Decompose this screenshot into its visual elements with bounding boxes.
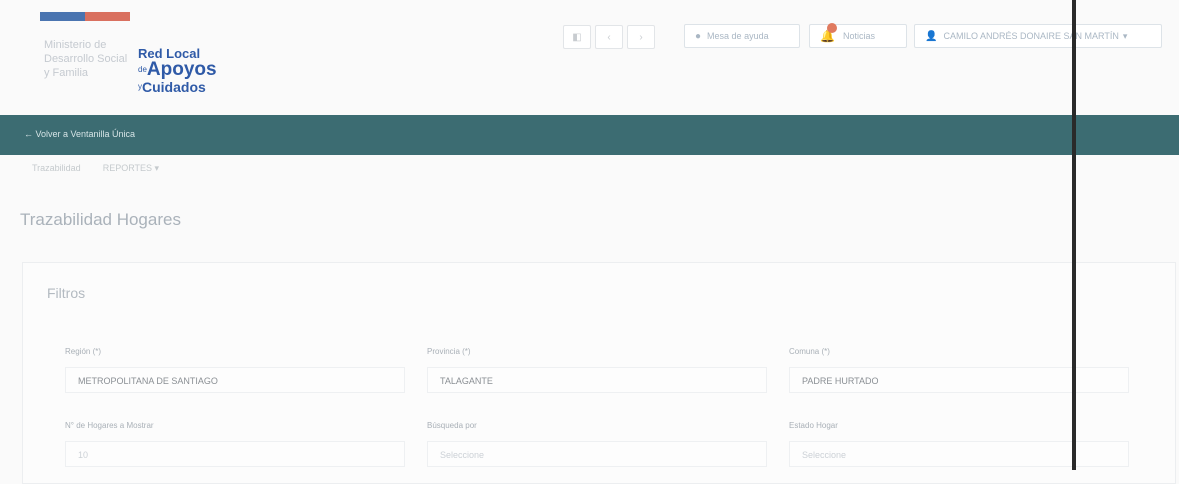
comuna-select[interactable]: PADRE HURTADO: [789, 367, 1129, 393]
estado-field: Estado Hogar Seleccione: [789, 421, 1129, 467]
sidebar-toggle-icon[interactable]: ◧: [563, 25, 591, 49]
notifications-button[interactable]: 🔔 Noticias: [809, 23, 907, 48]
bell-icon: 🔔: [820, 23, 837, 43]
filters-panel: Filtros Región (*) METROPOLITANA DE SANT…: [22, 262, 1176, 484]
sub-navigation: Trazabilidad REPORTES ▾: [32, 163, 159, 174]
logo-line-2: Apoyos: [146, 59, 217, 80]
help-desk-button[interactable]: ● Mesa de ayuda: [684, 24, 800, 48]
ministry-name: Ministerio de Desarrollo Social y Famili…: [44, 39, 128, 79]
toolbar-buttons: ◧ ‹ ›: [563, 25, 655, 49]
filters-title: Filtros: [47, 285, 86, 301]
region-field: Región (*) METROPOLITANA DE SANTIAGO: [65, 347, 405, 393]
tab-reportes[interactable]: REPORTES ▾: [103, 163, 159, 174]
page-title: Trazabilidad Hogares: [20, 210, 181, 229]
n-hogares-select[interactable]: 10: [65, 441, 405, 467]
comuna-field: Comuna (*) PADRE HURTADO: [789, 347, 1129, 393]
back-to-ventanilla-link[interactable]: ← Volver a Ventanilla Única: [24, 129, 135, 139]
logo-line-3: Cuidados: [142, 79, 206, 95]
estado-select[interactable]: Seleccione: [789, 441, 1129, 467]
busqueda-field: Búsqueda por Seleccione: [427, 421, 767, 467]
flag-red: [85, 12, 130, 21]
busqueda-select[interactable]: Seleccione: [427, 441, 767, 467]
user-icon: 👤: [925, 30, 938, 42]
scan-divider-line: [1072, 0, 1076, 470]
globe-icon: ●: [695, 30, 702, 42]
n-hogares-field: N° de Hogares a Mostrar 10: [65, 421, 405, 467]
forward-icon[interactable]: ›: [627, 25, 655, 49]
provincia-field: Provincia (*) TALAGANTE: [427, 347, 767, 393]
notification-badge: [827, 23, 837, 33]
provincia-select[interactable]: TALAGANTE: [427, 367, 767, 393]
back-icon[interactable]: ‹: [595, 25, 623, 49]
program-logo: Red Local deApoyos yCuidados: [138, 46, 217, 96]
flag-blue: [40, 12, 85, 21]
region-select[interactable]: METROPOLITANA DE SANTIAGO: [65, 367, 405, 393]
tab-trazabilidad[interactable]: Trazabilidad: [32, 163, 81, 174]
nav-bar: ← Volver a Ventanilla Única: [0, 115, 1179, 155]
chevron-down-icon: ▾: [1122, 30, 1128, 41]
user-menu-button[interactable]: 👤 CAMILO ANDRÉS DONAIRE SAN MARTÍN ▾: [914, 24, 1162, 48]
gov-flag-stripe: [40, 12, 130, 21]
